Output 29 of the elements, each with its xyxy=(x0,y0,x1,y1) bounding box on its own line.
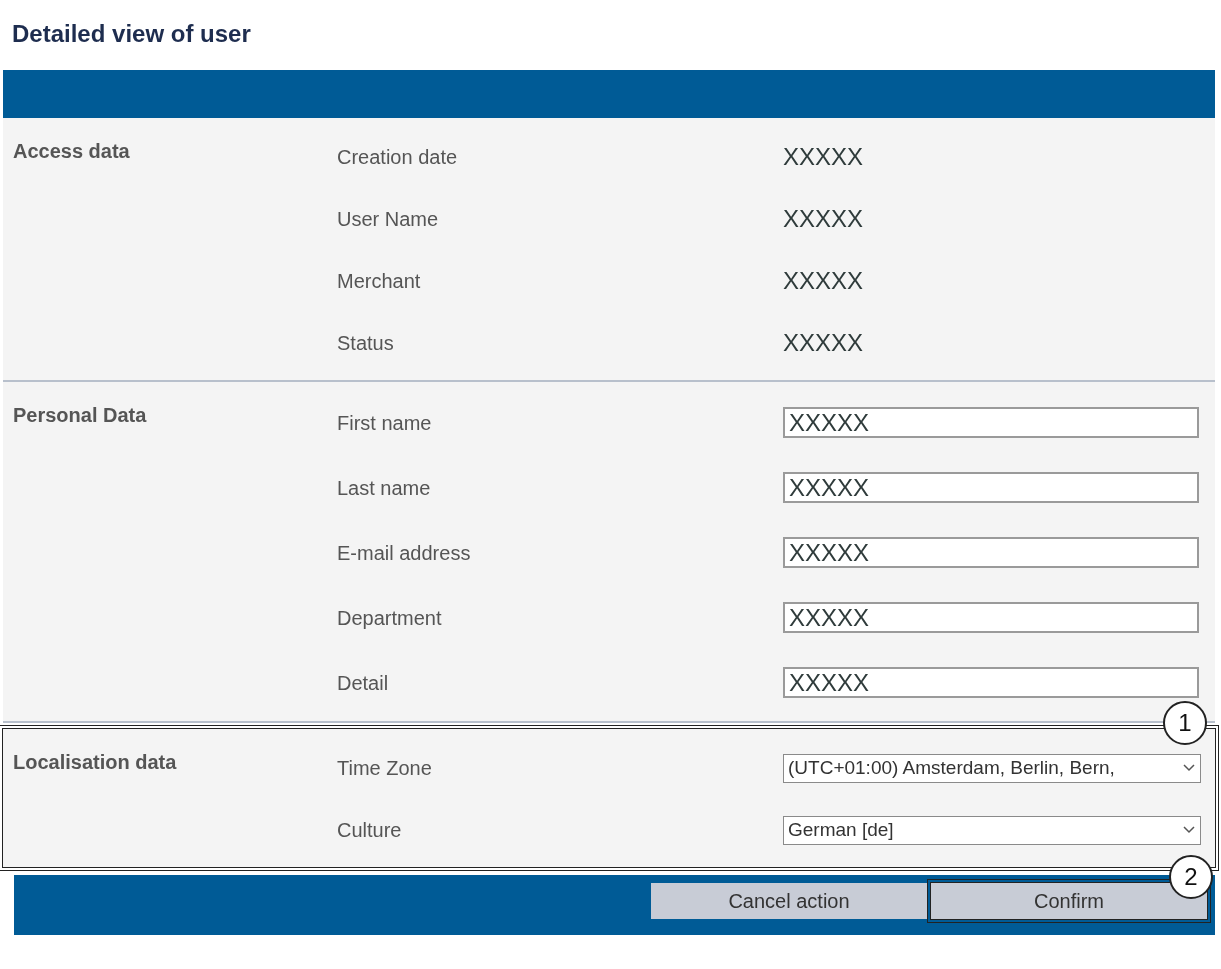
field-label: Status xyxy=(337,332,394,354)
field-label: First name xyxy=(337,411,432,434)
field-label: Department xyxy=(337,606,442,629)
section-title: Access data xyxy=(13,140,130,162)
field-value: XXXXX xyxy=(783,143,864,170)
input-field[interactable]: XXXXX xyxy=(783,667,1199,698)
field-label: Detail xyxy=(337,671,389,694)
input-field[interactable]: XXXXX xyxy=(783,602,1199,633)
field-label: Merchant xyxy=(337,270,421,292)
field-label: Creation date xyxy=(337,146,458,168)
field-value: XXXXX xyxy=(783,267,864,294)
page-title: Detailed view of user xyxy=(11,19,252,49)
input-field[interactable]: XXXXX xyxy=(783,537,1199,568)
field-value: XXXXX xyxy=(783,205,864,232)
section-title: Personal Data xyxy=(13,404,147,426)
action-button[interactable]: Cancel action xyxy=(651,883,927,919)
input-field[interactable]: XXXXX xyxy=(783,407,1199,438)
field-label: Culture xyxy=(337,819,402,841)
field-label: User Name xyxy=(337,208,439,230)
dropdown-field[interactable]: German [de] xyxy=(783,815,1201,845)
field-label: Time Zone xyxy=(337,757,432,779)
section-title: Localisation data xyxy=(13,751,177,773)
field-label: E-mail address xyxy=(337,541,471,564)
field-value: XXXXX xyxy=(783,329,864,356)
chevron-down-icon xyxy=(1182,825,1196,835)
field-label: Last name xyxy=(337,476,431,499)
chevron-down-icon xyxy=(1182,763,1196,773)
input-field[interactable]: XXXXX xyxy=(783,472,1199,503)
dropdown-field[interactable]: (UTC+01:00) Amsterdam, Berlin, Bern, xyxy=(783,753,1201,783)
